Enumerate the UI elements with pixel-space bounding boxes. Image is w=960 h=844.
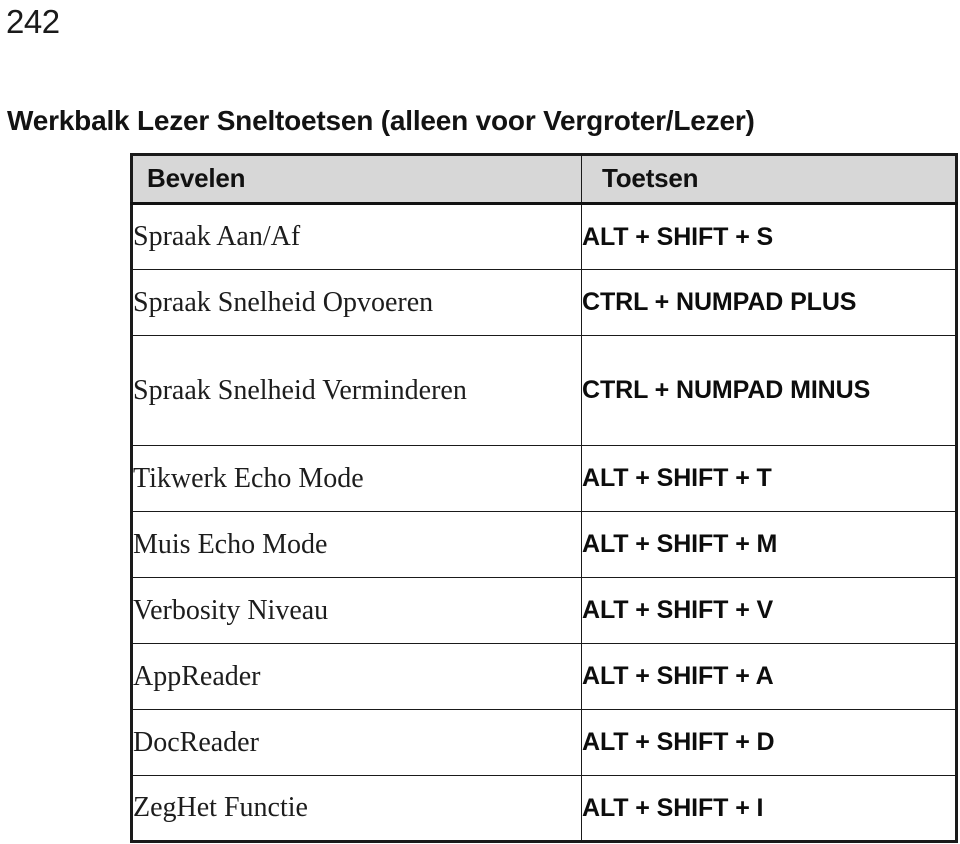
command-cell: Spraak Snelheid Opvoeren (131, 269, 582, 336)
table-row: ZegHet Functie ALT + SHIFT + I (131, 775, 957, 842)
table-row: Spraak Snelheid Verminderen CTRL + NUMPA… (131, 335, 957, 446)
command-cell: Verbosity Niveau (131, 577, 582, 644)
column-header-keys-label: Toetsen (602, 163, 699, 193)
keys-cell: ALT + SHIFT + I (581, 775, 957, 842)
keys-cell: ALT + SHIFT + A (581, 643, 957, 710)
keys-cell: ALT + SHIFT + M (581, 511, 957, 578)
table-row: DocReader ALT + SHIFT + D (131, 709, 957, 776)
column-header-commands: Bevelen (131, 154, 582, 205)
column-header-keys: Toetsen (581, 154, 957, 205)
keys-cell: CTRL + NUMPAD MINUS (581, 335, 957, 446)
command-cell: Muis Echo Mode (131, 511, 582, 578)
table-body: Spraak Aan/Af ALT + SHIFT + S Spraak Sne… (131, 203, 957, 842)
command-cell: Tikwerk Echo Mode (131, 445, 582, 512)
table-row: Spraak Aan/Af ALT + SHIFT + S (131, 203, 957, 270)
table-row: Muis Echo Mode ALT + SHIFT + M (131, 511, 957, 578)
command-cell: Spraak Snelheid Verminderen (131, 335, 582, 446)
keys-cell: ALT + SHIFT + D (581, 709, 957, 776)
command-cell: DocReader (131, 709, 582, 776)
table-row: Tikwerk Echo Mode ALT + SHIFT + T (131, 445, 957, 512)
page-number: 242 (6, 3, 60, 40)
keys-cell: ALT + SHIFT + T (581, 445, 957, 512)
page-title: Werkbalk Lezer Sneltoetsen (alleen voor … (7, 104, 755, 136)
shortcuts-table: Bevelen Toetsen Spraak Aan/Af ALT + SHIF… (130, 153, 958, 843)
command-cell: ZegHet Functie (131, 775, 582, 842)
table-row: Verbosity Niveau ALT + SHIFT + V (131, 577, 957, 644)
column-header-commands-label: Bevelen (147, 163, 246, 193)
table-row: Spraak Snelheid Opvoeren CTRL + NUMPAD P… (131, 269, 957, 336)
table-row: AppReader ALT + SHIFT + A (131, 643, 957, 710)
keys-cell: CTRL + NUMPAD PLUS (581, 269, 957, 336)
command-cell: AppReader (131, 643, 582, 710)
keys-cell: ALT + SHIFT + S (581, 203, 957, 270)
keys-cell: ALT + SHIFT + V (581, 577, 957, 644)
command-cell: Spraak Aan/Af (131, 203, 582, 270)
table-header-row: Bevelen Toetsen (131, 154, 957, 205)
